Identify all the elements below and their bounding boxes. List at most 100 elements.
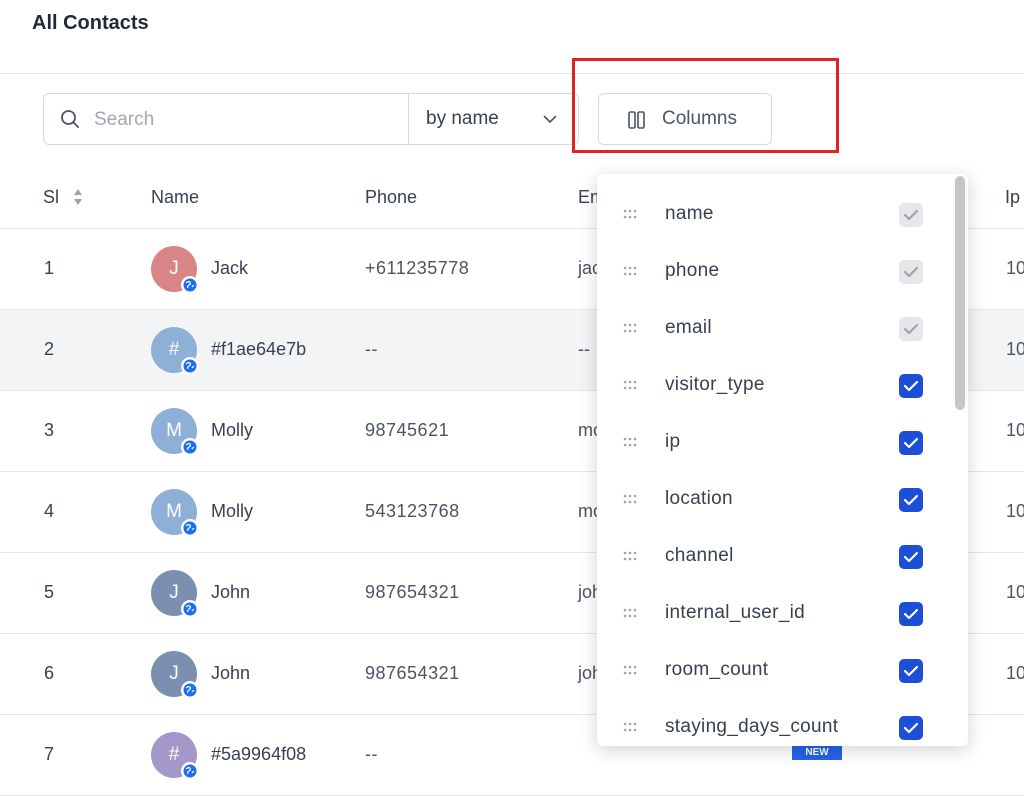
drag-handle-icon[interactable] bbox=[623, 437, 639, 447]
search-by-label: by name bbox=[426, 108, 499, 129]
column-item-label: staying_days_count bbox=[665, 716, 839, 737]
avatar-initial: J bbox=[169, 258, 179, 279]
check-icon bbox=[903, 437, 919, 449]
globe-icon bbox=[181, 276, 199, 294]
row-name[interactable]: #5a9964f08 bbox=[211, 744, 306, 765]
column-item-label: visitor_type bbox=[665, 374, 765, 395]
search-icon bbox=[61, 110, 79, 128]
column-checkbox[interactable] bbox=[899, 488, 923, 512]
row-ip: 10 bbox=[1006, 663, 1024, 683]
drag-handle-icon[interactable] bbox=[623, 608, 639, 618]
drag-handle-icon[interactable] bbox=[623, 722, 639, 732]
check-icon bbox=[903, 722, 919, 734]
check-icon bbox=[903, 494, 919, 506]
check-icon bbox=[903, 551, 919, 563]
avatar-initial: M bbox=[166, 420, 182, 441]
globe-icon bbox=[181, 762, 199, 780]
popover-scrollbar-thumb[interactable] bbox=[955, 176, 965, 410]
row-phone: 98745621 bbox=[365, 420, 450, 440]
avatar: # bbox=[151, 327, 199, 375]
row-name[interactable]: John bbox=[211, 663, 250, 684]
drag-handle-icon[interactable] bbox=[623, 266, 639, 276]
header-ip: Ip bbox=[1005, 187, 1021, 207]
column-item[interactable]: location bbox=[597, 476, 952, 533]
row-ip: 10 bbox=[1006, 501, 1024, 521]
drag-handle-icon[interactable] bbox=[623, 665, 639, 675]
row-phone: 987654321 bbox=[365, 582, 460, 602]
row-name[interactable]: Jack bbox=[211, 258, 248, 279]
column-item[interactable]: email bbox=[597, 305, 952, 362]
drag-handle-icon[interactable] bbox=[623, 380, 639, 390]
column-item[interactable]: internal_user_id bbox=[597, 590, 952, 647]
row-phone: -- bbox=[365, 744, 378, 764]
chevron-down-icon bbox=[543, 115, 557, 124]
globe-icon bbox=[181, 681, 199, 699]
row-name[interactable]: Molly bbox=[211, 501, 253, 522]
row-ip: 10 bbox=[1006, 420, 1024, 440]
avatar-initial: J bbox=[169, 663, 179, 684]
row-si: 4 bbox=[44, 501, 55, 521]
column-item-label: room_count bbox=[665, 659, 769, 680]
drag-handle-icon[interactable] bbox=[623, 323, 639, 333]
columns-popover: name phone email visitor_typeip location chan… bbox=[597, 174, 968, 746]
row-name[interactable]: Molly bbox=[211, 420, 253, 441]
page-title: All Contacts bbox=[32, 12, 149, 34]
drag-handle-icon[interactable] bbox=[623, 209, 639, 219]
row-name[interactable]: #f1ae64e7b bbox=[211, 339, 306, 360]
search-input[interactable] bbox=[94, 106, 394, 134]
avatar-initial: M bbox=[166, 501, 182, 522]
avatar-initial: # bbox=[168, 339, 180, 360]
row-si: 3 bbox=[44, 420, 55, 440]
new-badge: NEW bbox=[792, 746, 842, 760]
row-ip: 10 bbox=[1006, 258, 1024, 278]
column-item-label: channel bbox=[665, 545, 734, 566]
column-item-label: ip bbox=[665, 431, 681, 452]
column-checkbox[interactable] bbox=[899, 545, 923, 569]
column-item[interactable]: room_count bbox=[597, 647, 952, 704]
header-divider bbox=[0, 73, 1024, 74]
column-item[interactable]: staying_days_count bbox=[597, 704, 952, 746]
column-checkbox[interactable] bbox=[899, 431, 923, 455]
column-item[interactable]: phone bbox=[597, 248, 952, 305]
column-item-label: name bbox=[665, 203, 714, 224]
row-name[interactable]: John bbox=[211, 582, 250, 603]
avatar: M bbox=[151, 408, 199, 456]
header-phone: Phone bbox=[365, 187, 418, 207]
check-icon bbox=[903, 380, 919, 392]
row-si: 6 bbox=[44, 663, 55, 683]
column-item-label: internal_user_id bbox=[665, 602, 805, 623]
column-checkbox[interactable] bbox=[899, 374, 923, 398]
column-checkbox[interactable] bbox=[899, 659, 923, 683]
avatar-initial: # bbox=[168, 744, 180, 765]
column-item[interactable]: channel bbox=[597, 533, 952, 590]
header-name: Name bbox=[151, 187, 200, 207]
avatar: J bbox=[151, 570, 199, 618]
column-item-label: location bbox=[665, 488, 733, 509]
globe-icon bbox=[181, 357, 199, 375]
check-icon bbox=[903, 608, 919, 620]
check-icon bbox=[903, 266, 919, 278]
drag-handle-icon[interactable] bbox=[623, 551, 639, 561]
avatar: # bbox=[151, 732, 199, 780]
header-si[interactable]: Sl bbox=[43, 187, 59, 208]
column-item-label: email bbox=[665, 317, 712, 338]
column-checkbox[interactable] bbox=[899, 260, 923, 284]
avatar-initial: J bbox=[169, 582, 179, 603]
sort-icon[interactable] bbox=[73, 187, 83, 207]
row-phone: 543123768 bbox=[365, 501, 460, 521]
column-checkbox[interactable] bbox=[899, 716, 923, 740]
row-si: 7 bbox=[44, 744, 55, 764]
column-item[interactable]: ip bbox=[597, 419, 952, 476]
globe-icon bbox=[181, 519, 199, 537]
column-checkbox[interactable] bbox=[899, 203, 923, 227]
drag-handle-icon[interactable] bbox=[623, 494, 639, 504]
highlight-annotation bbox=[572, 58, 839, 153]
column-checkbox[interactable] bbox=[899, 602, 923, 626]
column-item[interactable]: visitor_type bbox=[597, 362, 952, 419]
row-email: -- bbox=[578, 339, 590, 359]
row-phone: +611235778 bbox=[365, 258, 470, 278]
column-item[interactable]: name bbox=[597, 191, 952, 248]
search-by-select[interactable]: by name bbox=[409, 94, 579, 144]
row-ip: 10 bbox=[1006, 339, 1024, 359]
column-checkbox[interactable] bbox=[899, 317, 923, 341]
